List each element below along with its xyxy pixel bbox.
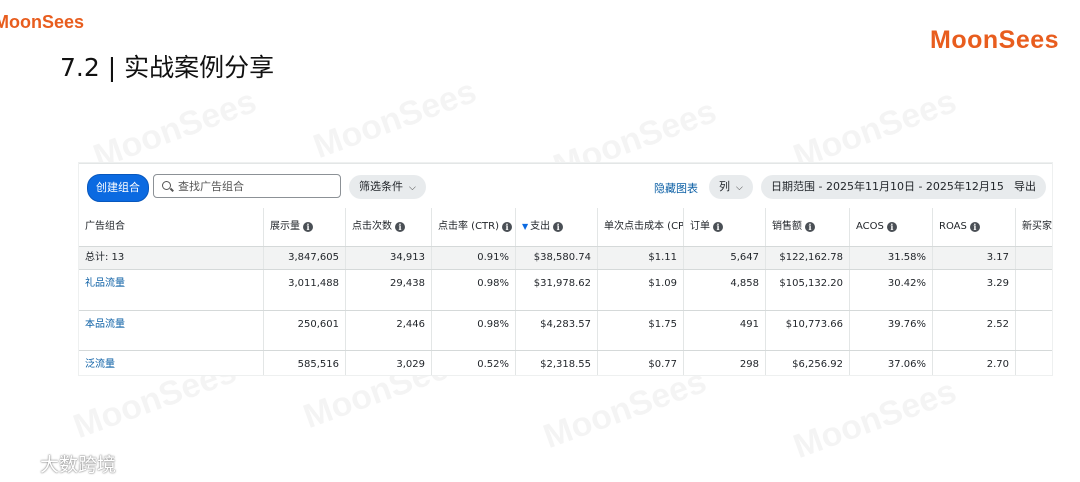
info-icon: i: [886, 222, 897, 232]
info-icon: i: [553, 222, 564, 232]
footer-logo-text: 大数跨境: [40, 454, 117, 476]
table-cell: 0.91%: [431, 247, 515, 269]
col-header-orders[interactable]: 订单 i: [683, 208, 765, 246]
table-cell: $4,283.57: [515, 311, 597, 350]
info-icon: i: [969, 222, 980, 232]
filter-button[interactable]: 筛选条件 ⌵: [349, 175, 426, 199]
corner-logo: MoonSees: [0, 12, 85, 32]
toolbar: 创建组合 查找广告组合 筛选条件 ⌵ 隐藏图表 列 ⌵ 日期范围 - 2025年11…: [79, 164, 1052, 208]
table-cell: [1015, 351, 1052, 375]
table-cell: $0.77: [597, 351, 683, 375]
watermark: MoonSees: [308, 72, 481, 167]
table-cell: 3,011,488: [263, 270, 345, 310]
slide-title: 7.2 | 实战案例分享: [60, 53, 275, 82]
table-cell: $2,318.55: [515, 351, 597, 375]
table-row: 礼品流量 3,011,488 29,438 0.98% $31,978.62 $…: [79, 270, 1052, 311]
table-cell: 0.52%: [431, 351, 515, 375]
table-cell: [1015, 311, 1052, 350]
table-cell: $38,580.74: [515, 247, 597, 269]
table-cell: 37.06%: [849, 351, 932, 375]
table-total-row: 总计: 13 3,847,605 34,913 0.91% $38,580.74…: [79, 247, 1052, 270]
table-cell: 30.42%: [849, 270, 932, 310]
watermark: MoonSees: [788, 372, 961, 467]
campaign-table-panel: 创建组合 查找广告组合 筛选条件 ⌵ 隐藏图表 列 ⌵ 日期范围 - 2025年11…: [79, 163, 1052, 375]
table-header: 广告组合 展示量 i 点击次数 i 点击率 (CTR) i ▼ 支出 i 单次点击成本 (…: [79, 208, 1052, 247]
col-header-acos[interactable]: ACOS i: [849, 208, 932, 246]
col-header-clicks[interactable]: 点击次数 i: [345, 208, 431, 246]
table-cell: [1015, 270, 1052, 310]
table-cell: 3.29: [932, 270, 1015, 310]
hide-chart-link[interactable]: 隐藏图表: [654, 180, 698, 196]
brand-mark-icon: [10, 457, 35, 472]
info-icon: i: [502, 222, 513, 232]
info-icon: i: [395, 222, 405, 232]
table-cell: 29,438: [345, 270, 431, 310]
sort-desc-icon: ▼: [522, 222, 529, 231]
col-header-impressions[interactable]: 展示量 i: [263, 208, 345, 246]
table-cell: 491: [683, 311, 765, 350]
col-header-roas[interactable]: ROAS i: [932, 208, 1015, 246]
columns-button[interactable]: 列 ⌵: [709, 175, 753, 199]
info-icon: i: [303, 222, 313, 232]
table-cell: 585,516: [263, 351, 345, 375]
brand-logo: MoonSees: [930, 26, 1060, 54]
table-cell: [1015, 247, 1052, 269]
create-portfolio-button[interactable]: 创建组合: [87, 174, 149, 202]
date-range-button[interactable]: 日期范围 - 2025年11月10日 - 2025年12月15日: [761, 175, 1025, 199]
table-cell: 4,858: [683, 270, 765, 310]
table-cell: 298: [683, 351, 765, 375]
table-cell: 总计: 13: [85, 252, 125, 263]
col-header-sales[interactable]: 销售额 i: [765, 208, 849, 246]
table-cell: $1.11: [597, 247, 683, 269]
table-cell: $31,978.62: [515, 270, 597, 310]
table-row: 本品流量 250,601 2,446 0.98% $4,283.57 $1.75…: [79, 311, 1052, 351]
table-cell: 2.52: [932, 311, 1015, 350]
table-cell: 31.58%: [849, 247, 932, 269]
chevron-down-icon: ⌵: [736, 183, 743, 193]
portfolio-name-link[interactable]: 泛流量: [79, 351, 263, 375]
col-header-portfolio[interactable]: 广告组合: [79, 208, 263, 246]
table-cell: 3,029: [345, 351, 431, 375]
table-cell: $105,132.20: [765, 270, 849, 310]
table-cell: 39.76%: [849, 311, 932, 350]
chevron-down-icon: ⌵: [409, 183, 416, 193]
table-cell: 2,446: [345, 311, 431, 350]
table-cell: 3,847,605: [263, 247, 345, 269]
col-header-spend[interactable]: ▼ 支出 i: [515, 208, 597, 246]
columns-label: 列: [719, 180, 730, 193]
export-button[interactable]: 导出: [1004, 175, 1046, 199]
table-cell: 2.70: [932, 351, 1015, 375]
portfolio-name-link[interactable]: 礼品流量: [79, 270, 263, 310]
filter-label: 筛选条件: [359, 180, 403, 193]
table-cell: $1.75: [597, 311, 683, 350]
table-cell: 34,913: [345, 247, 431, 269]
search-input[interactable]: 查找广告组合: [153, 174, 341, 198]
col-header-cpc[interactable]: 单次点击成本 (CPC): [597, 208, 683, 246]
info-icon: i: [805, 222, 815, 232]
table-cell: $6,256.92: [765, 351, 849, 375]
table-row: 泛流量 585,516 3,029 0.52% $2,318.55 $0.77 …: [79, 351, 1052, 375]
table-cell: $1.09: [597, 270, 683, 310]
table-cell: 0.98%: [431, 311, 515, 350]
portfolio-name-link[interactable]: 本品流量: [79, 311, 263, 350]
watermark: MoonSees: [538, 362, 711, 457]
table-cell: $10,773.66: [765, 311, 849, 350]
info-icon: i: [713, 222, 723, 232]
table-cell: 250,601: [263, 311, 345, 350]
col-header-ctr[interactable]: 点击率 (CTR) i: [431, 208, 515, 246]
col-header-new-buyers[interactable]: 新买家: [1015, 208, 1052, 246]
table-cell: $122,162.78: [765, 247, 849, 269]
table-cell: 5,647: [683, 247, 765, 269]
table-cell: 0.98%: [431, 270, 515, 310]
table-cell: 3.17: [932, 247, 1015, 269]
footer-logo: 大数跨境: [10, 450, 116, 477]
search-icon: [162, 181, 171, 190]
search-placeholder: 查找广告组合: [178, 180, 244, 193]
